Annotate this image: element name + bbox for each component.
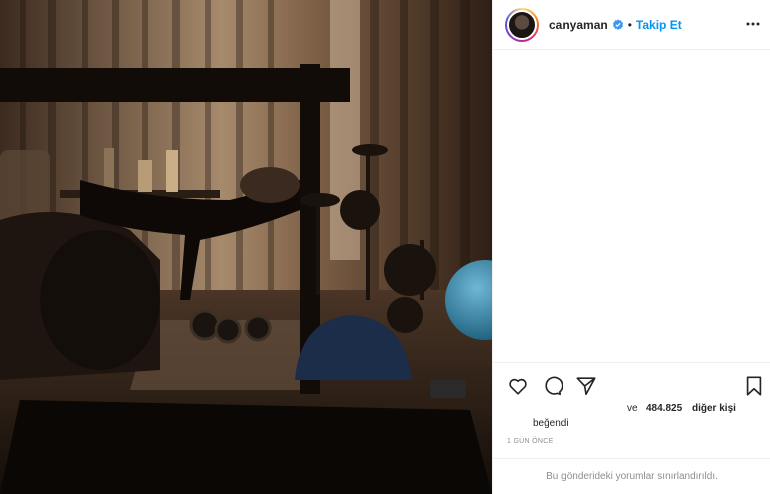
comments-area bbox=[493, 50, 770, 362]
post-sidebar: canyaman • Takip Et ve 484.825 diğer kiş… bbox=[492, 0, 770, 494]
comment-icon bbox=[545, 376, 564, 396]
more-options-icon[interactable] bbox=[745, 16, 761, 32]
likes-summary[interactable]: ve 484.825 diğer kişi bbox=[507, 403, 757, 417]
share-icon bbox=[576, 377, 596, 396]
separator-dot: • bbox=[627, 17, 632, 32]
likes-suffix[interactable]: diğer kişi bbox=[692, 403, 736, 414]
post-header: canyaman • Takip Et bbox=[493, 0, 770, 50]
verified-badge-icon bbox=[612, 19, 623, 30]
action-bar bbox=[493, 362, 770, 406]
share-button[interactable] bbox=[575, 375, 597, 397]
post-timestamp[interactable]: 1 GÜN ÖNCE bbox=[507, 438, 554, 445]
username[interactable]: canyaman bbox=[549, 18, 608, 32]
avatar[interactable] bbox=[507, 9, 537, 40]
heart-icon bbox=[509, 378, 527, 395]
like-button[interactable] bbox=[507, 375, 529, 397]
liked-label: beğendi bbox=[533, 418, 569, 429]
follow-button[interactable]: Takip Et bbox=[636, 18, 682, 32]
bookmark-icon bbox=[746, 376, 762, 396]
comments-restricted-notice: Bu gönderideki yorumlar sınırlandırıldı. bbox=[493, 458, 770, 494]
comments-restricted-text: Bu gönderideki yorumlar sınırlandırıldı. bbox=[546, 471, 718, 482]
post-photo[interactable] bbox=[0, 0, 492, 494]
avatar-story-ring[interactable] bbox=[505, 7, 539, 42]
likes-prefix: ve bbox=[627, 403, 638, 414]
likes-count[interactable]: 484.825 bbox=[646, 403, 682, 414]
comment-button[interactable] bbox=[541, 375, 564, 397]
post-photo-image bbox=[0, 0, 492, 494]
save-button[interactable] bbox=[743, 375, 765, 397]
